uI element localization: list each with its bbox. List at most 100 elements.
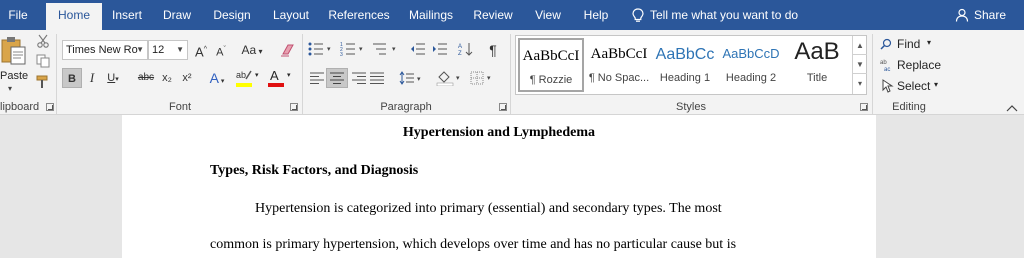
strikethrough-button[interactable]: abc bbox=[136, 68, 156, 88]
grow-font-label: A bbox=[195, 44, 204, 60]
group-separator bbox=[302, 34, 303, 114]
svg-text:ab: ab bbox=[236, 70, 246, 80]
superscript-button[interactable]: x² bbox=[178, 68, 196, 88]
style-title[interactable]: AaB Title bbox=[784, 38, 850, 92]
bold-button[interactable]: B bbox=[62, 68, 82, 88]
svg-text:Z: Z bbox=[458, 51, 462, 56]
tab-layout[interactable]: Layout bbox=[266, 0, 316, 30]
underline-label: U bbox=[107, 72, 116, 84]
font-dialog-launcher[interactable] bbox=[290, 103, 298, 111]
shading-icon[interactable]: ▾ bbox=[436, 70, 464, 86]
styles-dialog-launcher[interactable] bbox=[860, 103, 868, 111]
font-color-swatch bbox=[268, 83, 284, 87]
clipboard-paste-icon bbox=[1, 37, 26, 65]
align-right-icon[interactable] bbox=[352, 72, 366, 84]
italic-button[interactable]: I bbox=[84, 68, 100, 88]
tell-me-label: Tell me what you want to do bbox=[650, 8, 799, 22]
styles-group-label: Styles bbox=[676, 101, 706, 113]
grow-font-button[interactable]: A^ bbox=[192, 40, 210, 60]
font-name-value: Times New Ro bbox=[66, 44, 138, 56]
tab-draw[interactable]: Draw bbox=[156, 0, 198, 30]
font-color-label: A bbox=[270, 68, 279, 83]
document-title: Hypertension and Lymphedema bbox=[402, 125, 596, 140]
decrease-indent-icon[interactable] bbox=[410, 42, 426, 56]
align-left-icon[interactable] bbox=[310, 72, 324, 84]
document-paragraph-line: Hypertension is categorized into primary… bbox=[255, 201, 722, 216]
svg-text:▾: ▾ bbox=[456, 75, 460, 82]
text-effects-label: A bbox=[209, 70, 219, 86]
styles-gallery-scroll: ▲ ▼ ▾ bbox=[852, 36, 867, 94]
multilevel-list-icon[interactable]: ▾ bbox=[372, 42, 400, 56]
font-color-button[interactable]: A ▾ bbox=[266, 68, 294, 88]
svg-text:▾: ▾ bbox=[327, 46, 331, 53]
change-case-label: Aa bbox=[241, 43, 257, 57]
subscript-button[interactable]: x₂ bbox=[158, 68, 176, 88]
scroll-up-icon[interactable]: ▲ bbox=[853, 36, 867, 55]
clear-formatting-icon[interactable] bbox=[280, 43, 296, 57]
tab-design[interactable]: Design bbox=[206, 0, 258, 30]
more-styles-icon[interactable]: ▾ bbox=[853, 74, 867, 93]
style-heading-2[interactable]: AaBbCcD Heading 2 bbox=[718, 38, 784, 92]
style-sample: AaBbCc bbox=[655, 46, 715, 63]
shrink-font-button[interactable]: Aˇ bbox=[212, 40, 230, 60]
format-painter-icon[interactable] bbox=[36, 75, 50, 89]
svg-text:ac: ac bbox=[884, 67, 890, 72]
find-icon bbox=[880, 38, 892, 50]
chevron-down-icon: ▾ bbox=[8, 84, 13, 93]
style-normal-rozzie[interactable]: AaBbCcI ¶ Rozzie bbox=[518, 38, 584, 92]
line-spacing-icon[interactable]: ▾ bbox=[398, 71, 424, 85]
chevron-down-icon: ▾ bbox=[934, 80, 939, 89]
increase-indent-icon[interactable] bbox=[432, 42, 448, 56]
group-separator bbox=[872, 34, 873, 114]
bullets-icon[interactable]: ▾ bbox=[308, 42, 334, 56]
style-sample: AaBbCcD bbox=[722, 46, 780, 61]
svg-text:▾: ▾ bbox=[392, 46, 396, 53]
justify-icon[interactable] bbox=[370, 72, 384, 84]
style-heading-1[interactable]: AaBbCc Heading 1 bbox=[652, 38, 718, 92]
select-label: Select bbox=[897, 79, 931, 93]
share-label: Share bbox=[974, 8, 1007, 22]
style-sample: AaB bbox=[794, 38, 840, 65]
paste-button[interactable]: Paste ▾ bbox=[0, 34, 30, 94]
show-formatting-marks-button[interactable]: ¶ bbox=[484, 40, 502, 60]
sort-icon[interactable]: AZ bbox=[458, 42, 474, 56]
tab-home[interactable]: Home bbox=[46, 3, 102, 30]
font-size-dropdown[interactable]: 12 ▼ bbox=[148, 40, 188, 60]
style-no-spacing[interactable]: AaBbCcI ¶ No Spac... bbox=[586, 38, 652, 92]
copy-icon[interactable] bbox=[36, 54, 50, 68]
text-effects-button[interactable]: A ▾ bbox=[204, 68, 230, 88]
find-button[interactable]: Find ▾ bbox=[880, 35, 946, 53]
clipboard-dialog-launcher[interactable] bbox=[46, 103, 54, 111]
borders-icon[interactable]: ▾ bbox=[470, 71, 496, 85]
chevron-down-icon: ▾ bbox=[287, 72, 291, 79]
underline-button[interactable]: U ▾ bbox=[102, 68, 124, 88]
document-page[interactable]: Hypertension and Lymphedema Types, Risk … bbox=[122, 115, 876, 258]
style-name: Heading 1 bbox=[659, 72, 711, 84]
highlight-color-button[interactable]: ab ▾ bbox=[234, 68, 262, 88]
tab-file[interactable]: File bbox=[0, 0, 36, 30]
chevron-down-icon: ▾ bbox=[927, 38, 932, 47]
numbering-icon[interactable]: 1 2 3 ▾ bbox=[340, 42, 366, 56]
style-name: Heading 2 bbox=[725, 72, 777, 84]
tab-references[interactable]: References bbox=[324, 0, 394, 30]
cut-icon[interactable] bbox=[36, 34, 50, 48]
select-button[interactable]: Select ▾ bbox=[880, 77, 946, 95]
svg-text:ab: ab bbox=[880, 60, 887, 66]
align-center-icon bbox=[330, 72, 344, 84]
align-center-button[interactable] bbox=[326, 68, 348, 88]
tab-help[interactable]: Help bbox=[576, 0, 616, 30]
font-name-dropdown[interactable]: Times New Ro ▼ bbox=[62, 40, 148, 60]
replace-icon: abac bbox=[880, 60, 890, 72]
change-case-button[interactable]: Aa ▾ bbox=[238, 40, 266, 60]
collapse-ribbon-icon[interactable] bbox=[1006, 104, 1018, 112]
replace-button[interactable]: ab ac Replace bbox=[880, 56, 960, 74]
paragraph-dialog-launcher[interactable] bbox=[499, 103, 507, 111]
scroll-down-icon[interactable]: ▼ bbox=[853, 55, 867, 74]
tab-mailings[interactable]: Mailings bbox=[402, 0, 460, 30]
shrink-font-label: A bbox=[216, 46, 224, 59]
tab-view[interactable]: View bbox=[528, 0, 568, 30]
tab-insert[interactable]: Insert bbox=[104, 0, 150, 30]
font-size-value: 12 bbox=[152, 44, 165, 56]
styles-gallery: AaBbCcI ¶ Rozzie AaBbCcI ¶ No Spac... Aa… bbox=[515, 35, 867, 95]
tab-review[interactable]: Review bbox=[468, 0, 518, 30]
